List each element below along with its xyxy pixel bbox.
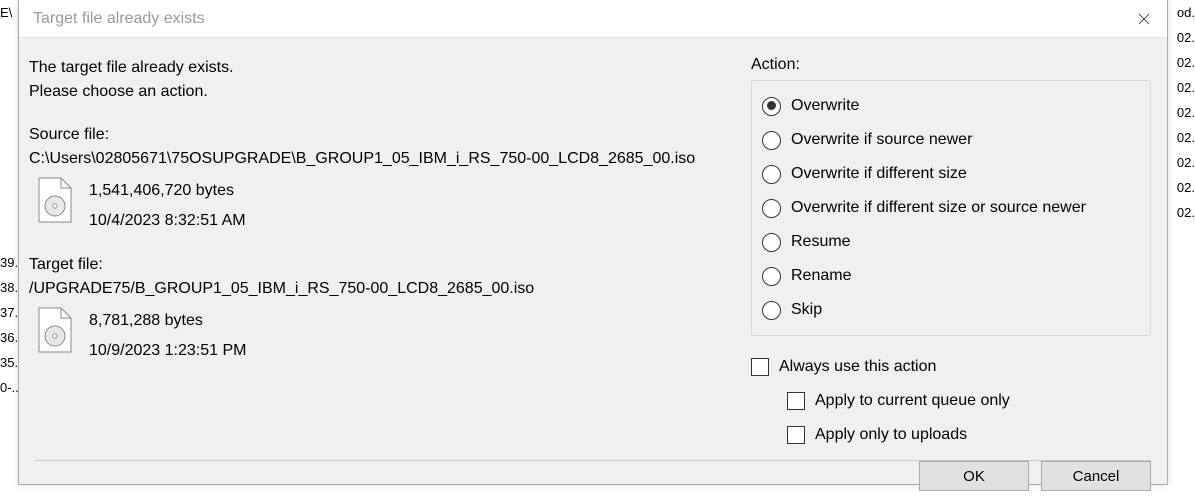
radio-icon [762, 233, 781, 252]
iso-file-icon [35, 306, 75, 356]
source-file-label: Source file: [29, 126, 731, 144]
action-label: Action: [751, 56, 1151, 74]
target-file-size: 8,781,288 bytes [89, 306, 246, 336]
action-radio-overwrite-if-source-newer[interactable]: Overwrite if source newer [762, 123, 1140, 157]
iso-file-icon [35, 176, 75, 226]
radio-icon [762, 97, 781, 116]
action-radio-overwrite-if-different-size-or-source-newer[interactable]: Overwrite if different size or source ne… [762, 191, 1140, 225]
radio-icon [762, 131, 781, 150]
source-file-size: 1,541,406,720 bytes [89, 176, 246, 206]
action-radio-resume[interactable]: Resume [762, 225, 1140, 259]
radio-label: Overwrite if source newer [791, 127, 972, 153]
cancel-button[interactable]: Cancel [1041, 461, 1151, 491]
file-exists-dialog: Target file already exists The target fi… [18, 0, 1168, 485]
always-use-action-label: Always use this action [779, 354, 936, 380]
radio-label: Rename [791, 263, 851, 289]
ok-button[interactable]: OK [919, 461, 1029, 491]
radio-label: Overwrite if different size [791, 161, 967, 187]
apply-uploads-checkbox-row[interactable]: Apply only to uploads [787, 418, 1151, 452]
target-file-row: 8,781,288 bytes 10/9/2023 1:23:51 PM [35, 306, 731, 366]
close-icon [1138, 13, 1150, 25]
dialog-title: Target file already exists [33, 10, 205, 28]
apply-uploads-label: Apply only to uploads [815, 422, 967, 448]
radio-icon [762, 199, 781, 218]
action-radio-skip[interactable]: Skip [762, 293, 1140, 327]
action-radio-rename[interactable]: Rename [762, 259, 1140, 293]
action-panel: Action: Overwrite Overwrite if source new… [751, 56, 1151, 452]
file-info-panel: The target file already exists. Please c… [29, 56, 741, 452]
always-use-action-checkbox-row[interactable]: Always use this action [751, 350, 1151, 384]
dialog-message: The target file already exists. Please c… [29, 56, 731, 104]
button-bar: OK Cancel [19, 461, 1167, 491]
radio-icon [762, 301, 781, 320]
radio-icon [762, 165, 781, 184]
source-file-path: C:\Users\02805671\75OSUPGRADE\B_GROUP1_0… [29, 150, 731, 168]
message-line-2: Please choose an action. [29, 80, 731, 104]
action-radio-overwrite[interactable]: Overwrite [762, 89, 1140, 123]
source-file-date: 10/4/2023 8:32:51 AM [89, 206, 246, 236]
radio-label: Overwrite [791, 93, 859, 119]
radio-icon [762, 267, 781, 286]
message-line-1: The target file already exists. [29, 56, 731, 80]
checkbox-icon [787, 392, 805, 410]
checkbox-icon [751, 358, 769, 376]
apply-current-queue-checkbox-row[interactable]: Apply to current queue only [787, 384, 1151, 418]
radio-label: Skip [791, 297, 822, 323]
action-radio-overwrite-if-different-size[interactable]: Overwrite if different size [762, 157, 1140, 191]
action-radio-group: Overwrite Overwrite if source newer Overwr… [751, 80, 1151, 336]
radio-label: Resume [791, 229, 851, 255]
target-file-date: 10/9/2023 1:23:51 PM [89, 336, 246, 366]
source-file-row: 1,541,406,720 bytes 10/4/2023 8:32:51 AM [35, 176, 731, 236]
checkbox-icon [787, 426, 805, 444]
radio-label: Overwrite if different size or source ne… [791, 195, 1086, 221]
background-left: E\ 39. 38. 37. 36. 35. 0-... [0, 0, 20, 501]
close-button[interactable] [1121, 0, 1167, 38]
target-file-label: Target file: [29, 256, 731, 274]
background-right: od.02.02.02.02.02.02.02.02. [1168, 0, 1195, 501]
target-file-path: /UPGRADE75/B_GROUP1_05_IBM_i_RS_750-00_L… [29, 280, 731, 298]
apply-current-queue-label: Apply to current queue only [815, 388, 1010, 414]
titlebar: Target file already exists [19, 0, 1167, 38]
